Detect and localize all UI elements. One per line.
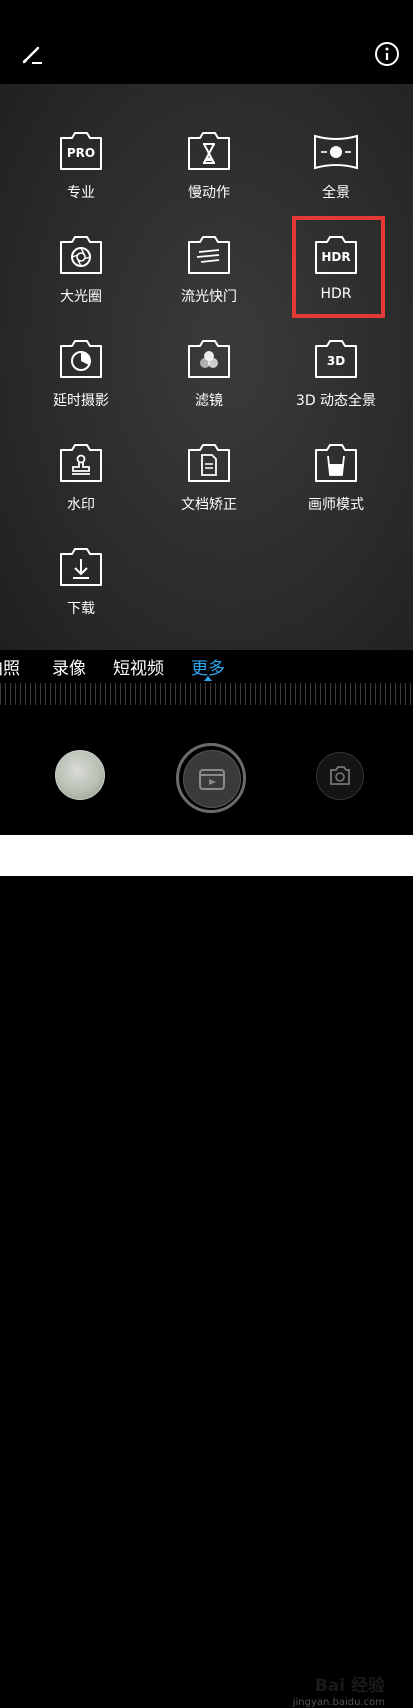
watermark-main: Bai 经验 [314, 1676, 385, 1696]
mode-label: 全景 [322, 185, 350, 201]
filter-camera-icon [188, 340, 230, 378]
panorama-camera-icon [314, 134, 358, 170]
mode-label: 下载 [67, 601, 95, 617]
light-streak-camera-icon [188, 236, 230, 274]
mode-download[interactable]: 下载 [29, 546, 133, 618]
mode-lightpainting[interactable]: 流光快门 [157, 234, 261, 306]
zoom-ruler[interactable] [0, 683, 413, 705]
mode-label: 延时摄影 [53, 393, 109, 409]
3d-camera-icon: 3D [315, 340, 357, 378]
mode-filter[interactable]: 滤镜 [157, 338, 261, 410]
mode-label: 专业 [67, 185, 95, 201]
top-bar [0, 0, 413, 84]
mode-slowmo[interactable]: 慢动作 [157, 130, 261, 202]
video-clip-icon [199, 769, 225, 790]
mode-pro[interactable]: PRO 专业 [29, 130, 133, 202]
camera-switch-icon [330, 766, 350, 785]
stamp-camera-icon [60, 444, 102, 482]
hdr-highlight-box [292, 216, 385, 318]
pencil-edit-icon[interactable] [18, 40, 46, 68]
mode-label: 3D 动态全景 [295, 393, 377, 409]
mode-timelapse[interactable]: 延时摄影 [29, 338, 133, 410]
mode-label: 慢动作 [188, 185, 230, 201]
switch-camera-button[interactable] [316, 752, 364, 800]
watermark-footer: Bai 经验 jingyan.baidu.com [0, 835, 413, 1708]
document-camera-icon [188, 444, 230, 482]
gallery-thumbnail[interactable] [55, 750, 105, 800]
tab-short-video[interactable]: 短视频 [113, 654, 164, 679]
pro-camera-icon: PRO [60, 132, 102, 170]
baidu-watermark: Bai 经验 jingyan.baidu.com [293, 1671, 385, 1708]
aperture-camera-icon [60, 236, 102, 274]
mode-label: 流光快门 [181, 289, 237, 305]
mode-watermark[interactable]: 水印 [29, 442, 133, 514]
mode-label: 滤镜 [195, 393, 223, 409]
3d-badge: 3D [327, 354, 345, 368]
active-tab-indicator [204, 676, 212, 681]
mode-pano3d[interactable]: 3D 3D 动态全景 [284, 338, 388, 410]
info-icon[interactable] [373, 40, 401, 68]
tab-photo[interactable]: 拍照 [0, 654, 20, 679]
pro-badge: PRO [67, 146, 95, 160]
download-camera-icon [60, 548, 102, 586]
mode-aperture[interactable]: 大光圈 [29, 234, 133, 306]
mode-label: 水印 [67, 497, 95, 513]
mode-panorama[interactable]: 全景 [284, 130, 388, 202]
watermark-sub: jingyan.baidu.com [292, 1697, 385, 1708]
tab-video[interactable]: 录像 [52, 654, 86, 679]
paint-cup-camera-icon [315, 444, 357, 482]
mode-label: 文档矫正 [181, 497, 237, 513]
mode-label: 大光圈 [60, 289, 102, 305]
timelapse-camera-icon [60, 340, 102, 378]
mode-label: 画师模式 [308, 497, 364, 513]
hourglass-camera-icon [188, 132, 230, 170]
mode-artist[interactable]: 画师模式 [284, 442, 388, 514]
shutter-button[interactable] [183, 750, 241, 808]
mode-document[interactable]: 文档矫正 [157, 442, 261, 514]
